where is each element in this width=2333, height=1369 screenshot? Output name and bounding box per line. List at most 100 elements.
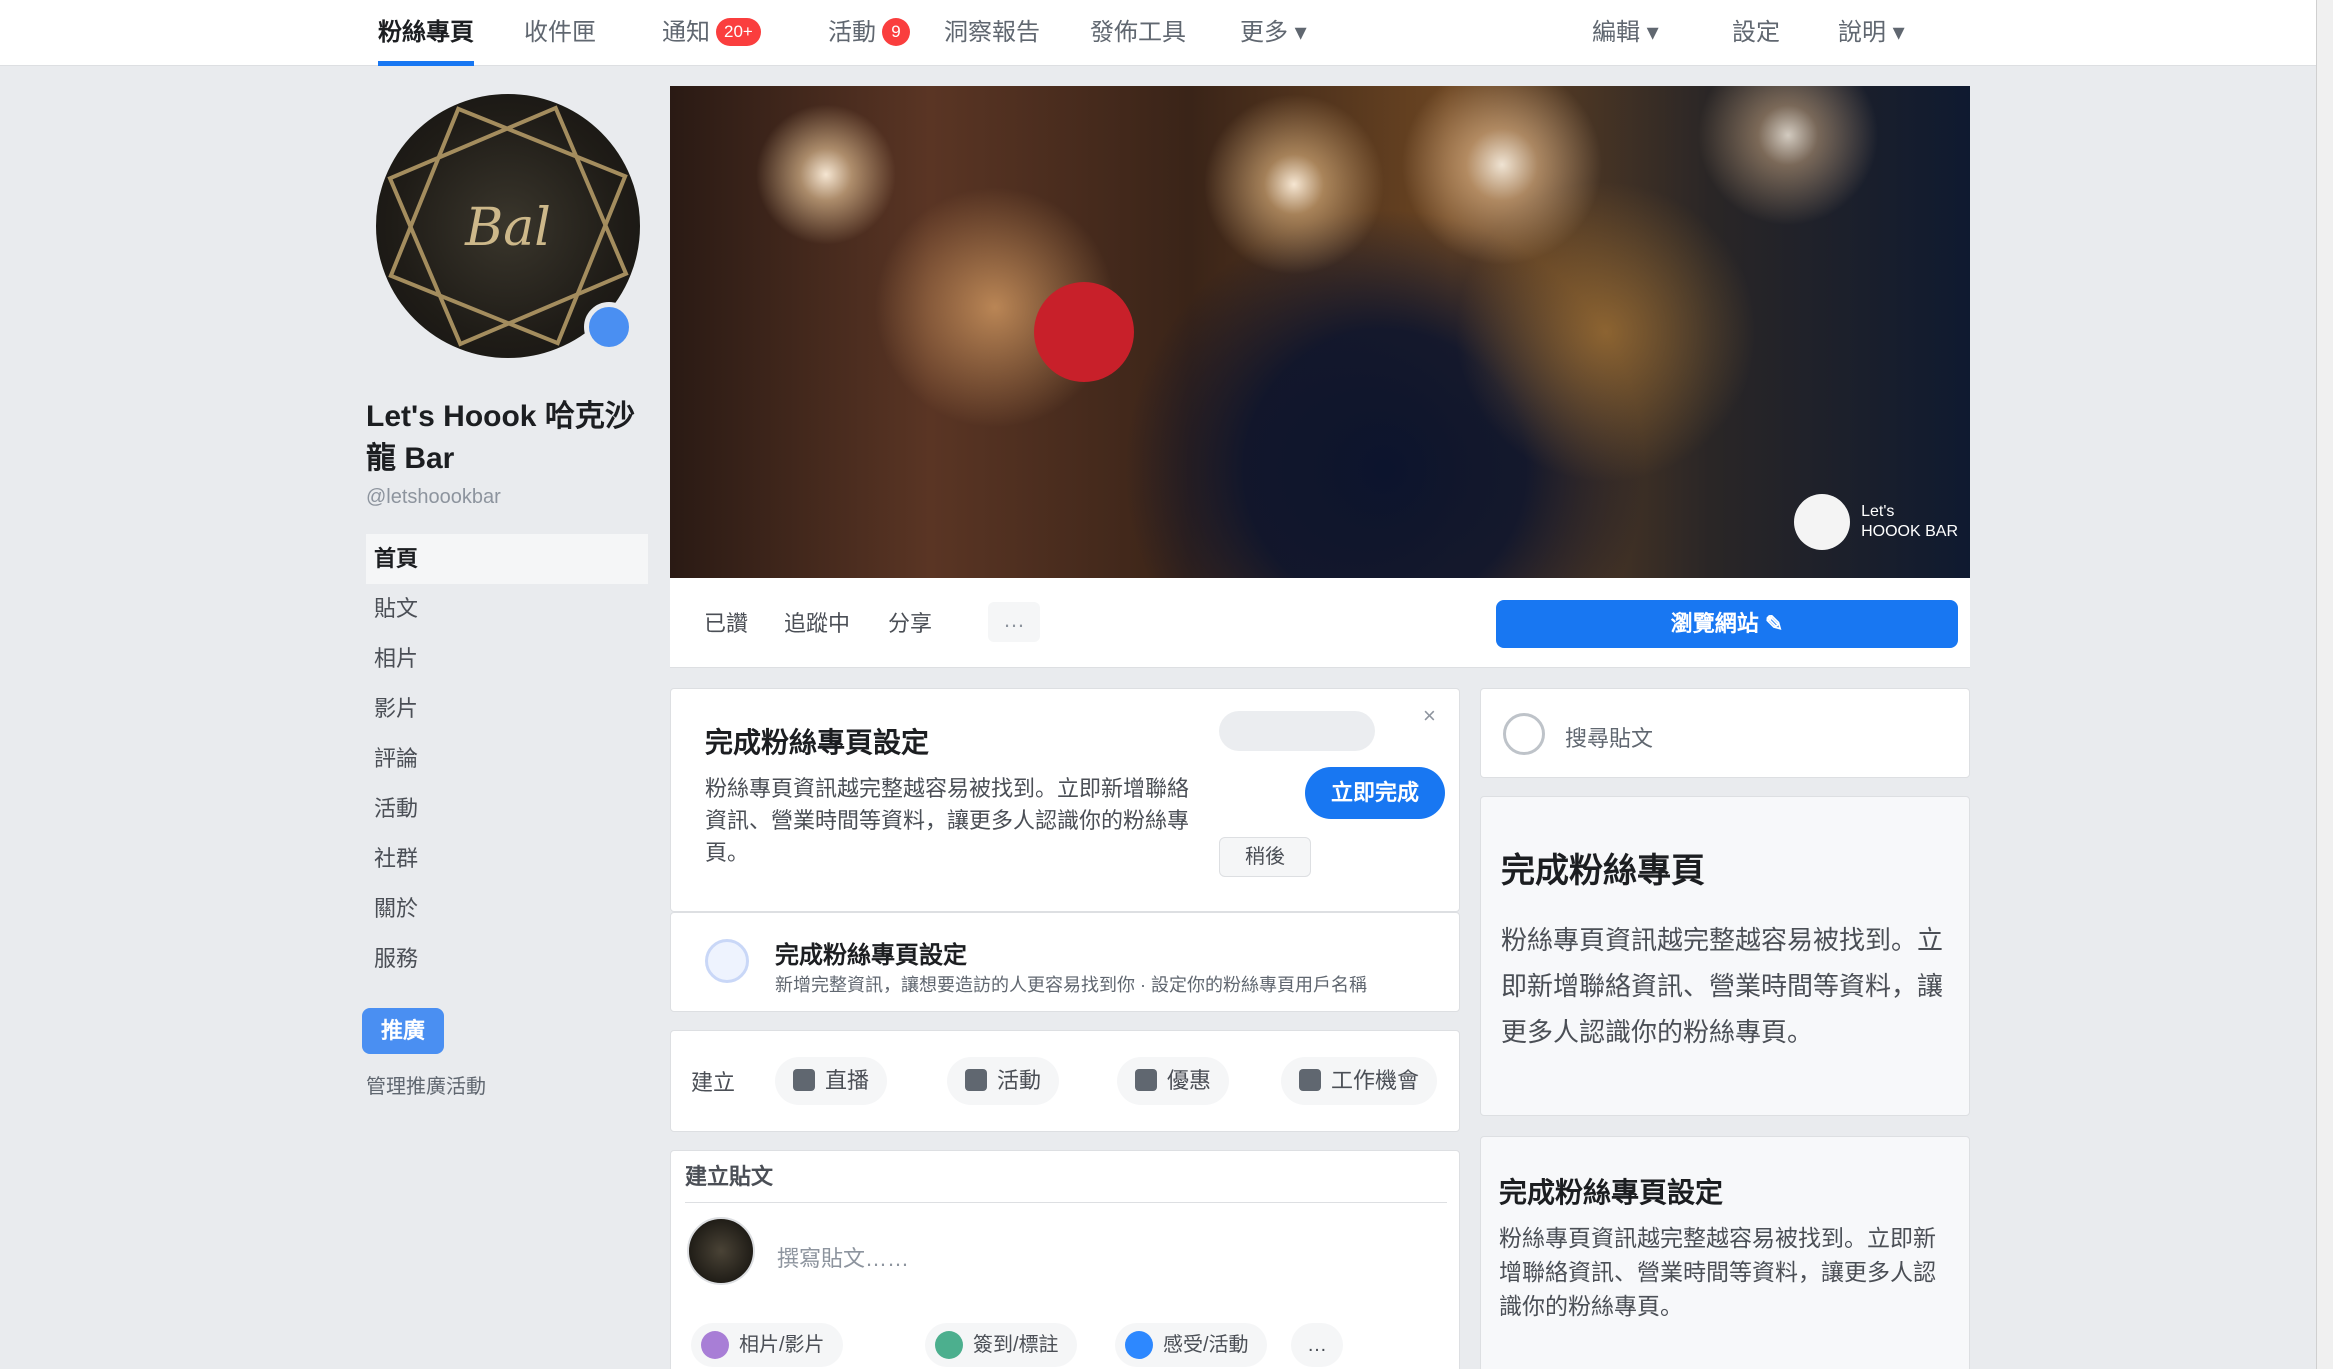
like-button[interactable]: 已讚 [704, 606, 748, 638]
camera-icon[interactable] [584, 302, 634, 352]
right-card-title: 完成粉絲專頁設定 [1499, 1177, 1724, 1208]
job-button[interactable]: 工作機會 [1281, 1057, 1438, 1105]
cover-logo-line: Let's [1861, 503, 1895, 520]
later-button[interactable]: 稍後 [1219, 837, 1311, 877]
search-input[interactable]: 搜尋貼文 [1565, 721, 1653, 753]
offer-button[interactable]: 優惠 [1117, 1057, 1230, 1105]
location-icon [935, 1331, 963, 1359]
calendar-icon [965, 1069, 987, 1091]
toolbar-label: 活動 [997, 1068, 1042, 1093]
sidebar-item-posts[interactable]: 貼文 [366, 584, 648, 634]
setup-tip-text: 新增完整資訊，讓想要造訪的人更容易找到你 · 設定你的粉絲專頁用戶名稱 [775, 975, 1367, 995]
nav-settings[interactable]: 設定 [1732, 0, 1780, 66]
nav-tab-insights[interactable]: 洞察報告 [944, 0, 1040, 66]
cover-photo[interactable]: Let's HOOOK BAR [670, 86, 1970, 578]
window-edge [2316, 0, 2333, 1369]
info-icon [705, 939, 749, 983]
briefcase-icon [1299, 1069, 1321, 1091]
nav-tab-page[interactable]: 粉絲專頁 [378, 0, 474, 66]
cover-logo-line: HOOOK BAR [1861, 523, 1958, 540]
share-button[interactable]: 分享 [888, 606, 932, 638]
chip-label: … [1307, 1334, 1327, 1356]
complete-now-button[interactable]: 立即完成 [1305, 767, 1445, 819]
activity-badge: 9 [882, 18, 910, 46]
setup-tip-title: 完成粉絲專頁設定 [775, 942, 967, 969]
toolbar-label: 直播 [825, 1068, 870, 1093]
sidebar-item-about[interactable]: 關於 [366, 884, 648, 934]
sidebar-item-community[interactable]: 社群 [366, 834, 648, 884]
nav-tab-label: 發佈工具 [1090, 19, 1186, 46]
more-actions-button[interactable]: … [988, 602, 1040, 642]
chip-label: 相片/影片 [739, 1334, 825, 1356]
setup-card-text: 粉絲專頁資訊越完整越容易被找到。立即新增聯絡資訊、營業時間等資料，讓更多人認識你… [705, 776, 1190, 865]
nav-right-label: 設定 [1732, 19, 1780, 46]
nav-tab-label: 粉絲專頁 [378, 19, 474, 46]
sidebar-menu: 首頁 貼文 相片 影片 評論 活動 社群 關於 服務 [366, 534, 648, 984]
nav-right-label: 編輯 ▾ [1592, 19, 1659, 46]
video-icon [793, 1069, 815, 1091]
setup-card: 完成粉絲專頁設定 粉絲專頁資訊越完整越容易被找到。立即新增聯絡資訊、營業時間等資… [670, 688, 1460, 912]
page-action-bar: 已讚 追蹤中 分享 … 瀏覽網站 ✎ [670, 578, 1970, 668]
right-card-text: 粉絲專頁資訊越完整越容易被找到。立即新增聯絡資訊、營業時間等資料，讓更多人認識你… [1499, 1225, 1936, 1319]
top-nav: 粉絲專頁 收件匣 通知 20+ 活動 9 洞察報告 發佈工具 更多 ▾ 編輯 ▾ 設… [0, 0, 2333, 66]
close-icon[interactable]: × [1423, 703, 1436, 729]
chip-label: 感受/活動 [1163, 1334, 1249, 1356]
nav-tab-label: 洞察報告 [944, 19, 1040, 46]
nav-tab-publishing-tools[interactable]: 發佈工具 [1090, 0, 1186, 66]
event-button[interactable]: 活動 [947, 1057, 1060, 1105]
nav-right-label: 說明 ▾ [1838, 19, 1905, 46]
photo-icon [701, 1331, 729, 1359]
nav-tab-notifications[interactable]: 通知 20+ [662, 0, 761, 66]
sidebar-item-videos[interactable]: 影片 [366, 684, 648, 734]
nav-edit-menu[interactable]: 編輯 ▾ [1592, 0, 1659, 66]
progress-pill [1219, 711, 1375, 751]
toolbar-label: 優惠 [1167, 1068, 1212, 1093]
nav-tab-label: 活動 [828, 19, 876, 46]
nav-tab-label: 通知 [662, 19, 710, 46]
nav-tab-inbox[interactable]: 收件匣 [524, 0, 596, 66]
cover-logo-text: Let's HOOOK BAR [1861, 502, 1958, 542]
nav-tab-more[interactable]: 更多 ▾ [1240, 0, 1307, 66]
visit-website-button[interactable]: 瀏覽網站 ✎ [1496, 600, 1958, 648]
sidebar-item-services[interactable]: 服務 [366, 934, 648, 984]
composer-heading: 建立貼文 [685, 1151, 1447, 1203]
search-posts-card[interactable]: 搜尋貼文 [1480, 688, 1970, 778]
logo-text: Bal [465, 198, 551, 258]
sidebar-item-home[interactable]: 首頁 [366, 534, 648, 584]
more-chip[interactable]: … [1291, 1323, 1343, 1367]
toolbar-label: 工作機會 [1331, 1068, 1420, 1093]
right-info-card-2: 完成粉絲專頁設定 粉絲專頁資訊越完整越容易被找到。立即新增聯絡資訊、營業時間等資… [1480, 1136, 1970, 1369]
create-label: 建立 [691, 1070, 736, 1095]
sidebar-item-photos[interactable]: 相片 [366, 634, 648, 684]
right-card-text: 粉絲專頁資訊越完整越容易被找到。立即新增聯絡資訊、營業時間等資料，讓更多人認識你… [1501, 925, 1944, 1047]
setup-tip-row[interactable]: 完成粉絲專頁設定 新增完整資訊，讓想要造訪的人更容易找到你 · 設定你的粉絲專頁… [670, 912, 1460, 1012]
follow-button[interactable]: 追蹤中 [784, 606, 850, 638]
checkin-chip[interactable]: 簽到/標註 [925, 1323, 1077, 1367]
smile-icon [1125, 1331, 1153, 1359]
search-icon [1503, 713, 1545, 755]
cover-red-light [1034, 282, 1134, 382]
nav-help-menu[interactable]: 說明 ▾ [1838, 0, 1905, 66]
nav-tab-label: 收件匣 [524, 19, 596, 46]
setup-card-title: 完成粉絲專頁設定 [705, 727, 930, 758]
nav-tab-label: 更多 ▾ [1240, 19, 1307, 46]
chip-label: 簽到/標註 [973, 1334, 1059, 1356]
page-username[interactable]: @letshoookbar [366, 486, 501, 509]
notification-badge: 20+ [716, 18, 761, 46]
sidebar-item-reviews[interactable]: 評論 [366, 734, 648, 784]
feeling-chip[interactable]: 感受/活動 [1115, 1323, 1267, 1367]
composer-input[interactable]: 撰寫貼文…… [777, 1241, 909, 1273]
cover-logo-icon [1794, 494, 1850, 550]
post-composer: 建立貼文 撰寫貼文…… 相片/影片 簽到/標註 感受/活動 … [670, 1150, 1460, 1369]
promote-button[interactable]: 推廣 [362, 1008, 444, 1054]
live-video-button[interactable]: 直播 [775, 1057, 888, 1105]
create-toolbar: 建立 直播 活動 優惠 工作機會 [670, 1030, 1460, 1132]
manage-promotions-link[interactable]: 管理推廣活動 [366, 1070, 486, 1099]
nav-tab-activity[interactable]: 活動 9 [828, 0, 910, 66]
avatar [687, 1217, 755, 1285]
right-info-card: 完成粉絲專頁 粉絲專頁資訊越完整越容易被找到。立即新增聯絡資訊、營業時間等資料，… [1480, 796, 1970, 1116]
page-title: Let's Hoook 哈克沙龍 Bar [366, 400, 635, 475]
right-card-title: 完成粉絲專頁 [1501, 852, 1705, 890]
sidebar-item-events[interactable]: 活動 [366, 784, 648, 834]
photo-video-chip[interactable]: 相片/影片 [691, 1323, 843, 1367]
